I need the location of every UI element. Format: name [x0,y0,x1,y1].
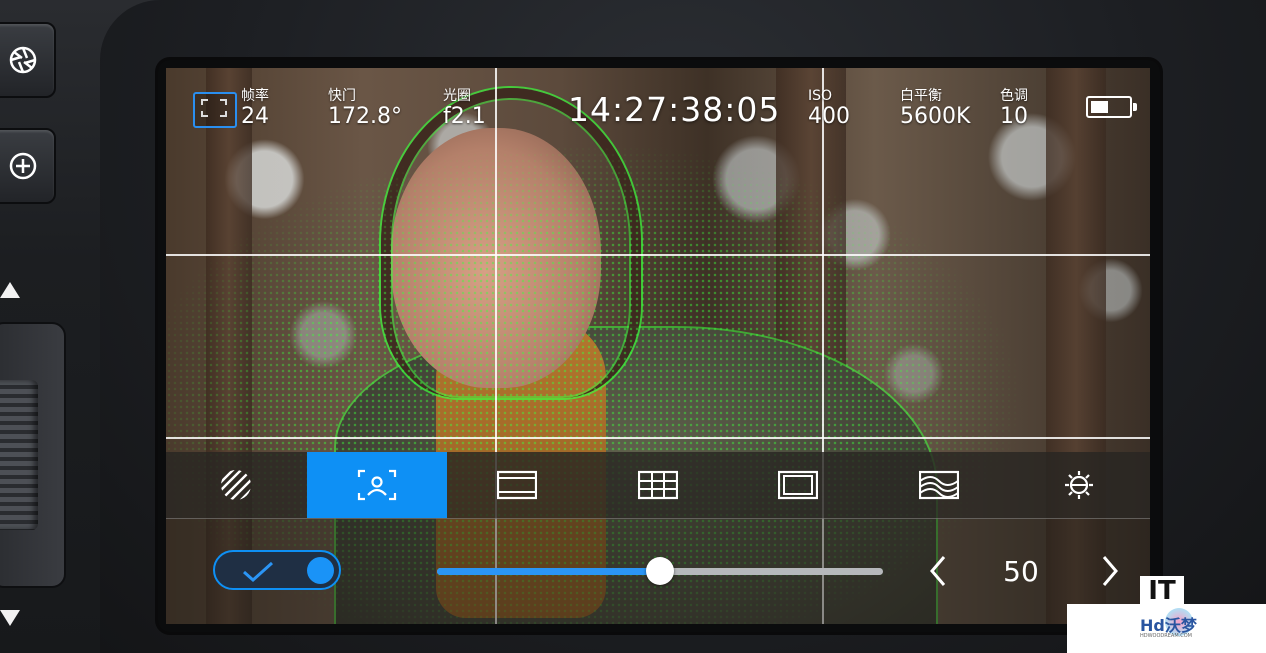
battery-terminal [1133,103,1137,111]
tool-frame-guides[interactable] [447,452,588,518]
shutter-value: 172.8° [328,104,402,129]
iso-control[interactable]: ISO 400 [808,88,850,130]
battery-fill [1091,101,1108,113]
monitor-tools-bar [166,452,1150,519]
lcd-screen: 帧率 24 快门 172.8° 光圈 f2.1 14:27:38:05 ISO … [158,60,1160,632]
focus-assist-toggle[interactable] [213,550,341,590]
status-bar: 帧率 24 快门 172.8° 光圈 f2.1 14:27:38:05 ISO … [166,68,1150,138]
white-balance-value: 5600K [900,104,971,129]
timecode-display[interactable]: 14:27:38:05 [568,90,780,129]
iso-value: 400 [808,104,850,129]
slider-thumb[interactable] [646,557,674,585]
shutter-label: 快门 [328,88,356,104]
focus-assist-icon [357,469,396,501]
slider-fill [437,568,660,575]
frame-corners-icon [201,99,227,117]
check-icon [243,561,274,583]
tint-value: 10 [1000,104,1028,129]
tool-safe-area[interactable] [728,452,869,518]
increase-arrow-icon[interactable] [1094,553,1124,589]
zebra-icon [221,470,252,500]
arrow-up-icon [0,282,20,298]
tool-settings-row: 50 [166,519,1150,624]
tool-exposure[interactable] [1009,452,1150,518]
iris-label: 光圈 [443,88,471,104]
iris-value: f2.1 [443,104,486,129]
tint-label: 色调 [1000,88,1028,104]
watermark-logo-box: IT [1140,576,1184,606]
grid-line-horizontal [166,254,1150,256]
tool-grid[interactable] [588,452,729,518]
tool-false-color[interactable] [869,452,1010,518]
frame-rate-value: 24 [241,104,269,129]
frame-rate-control[interactable]: 帧率 24 [241,88,269,130]
frame-rate-label: 帧率 [241,88,269,104]
arrow-down-icon [0,610,20,626]
decrease-arrow-icon[interactable] [924,553,954,589]
grid-line-horizontal [166,437,1150,439]
white-balance-label: 白平衡 [900,88,942,104]
tint-control[interactable]: 色调 10 [1000,88,1028,130]
frame-guides-button[interactable] [193,92,237,128]
shutter-control[interactable]: 快门 172.8° [328,88,402,130]
exposure-icon [1065,471,1094,499]
iris-button[interactable] [0,22,56,98]
live-view-image: 帧率 24 快门 172.8° 光圈 f2.1 14:27:38:05 ISO … [166,68,1150,624]
watermark-sub: HDWOODREAM.COM [1140,633,1192,639]
false-color-icon [918,470,959,500]
tool-zebra[interactable] [166,452,307,518]
focus-button[interactable] [0,128,56,204]
grid-icon [637,470,678,500]
safe-area-icon [778,470,819,500]
peaking-level-slider[interactable] [437,557,883,585]
toggle-knob [307,557,334,584]
focus-icon [9,152,37,180]
tool-focus-assist[interactable] [306,452,447,518]
iris-control[interactable]: 光圈 f2.1 [443,88,486,130]
watermark-logo: IT [1148,576,1176,606]
peaking-level-value: 50 [1003,555,1039,588]
battery-icon[interactable] [1086,96,1137,118]
white-balance-control[interactable]: 白平衡 5600K [900,88,970,130]
control-wheel[interactable] [0,380,38,530]
aperture-icon [9,46,37,74]
frame-guides-icon [497,470,538,500]
iso-label: ISO [808,88,833,104]
